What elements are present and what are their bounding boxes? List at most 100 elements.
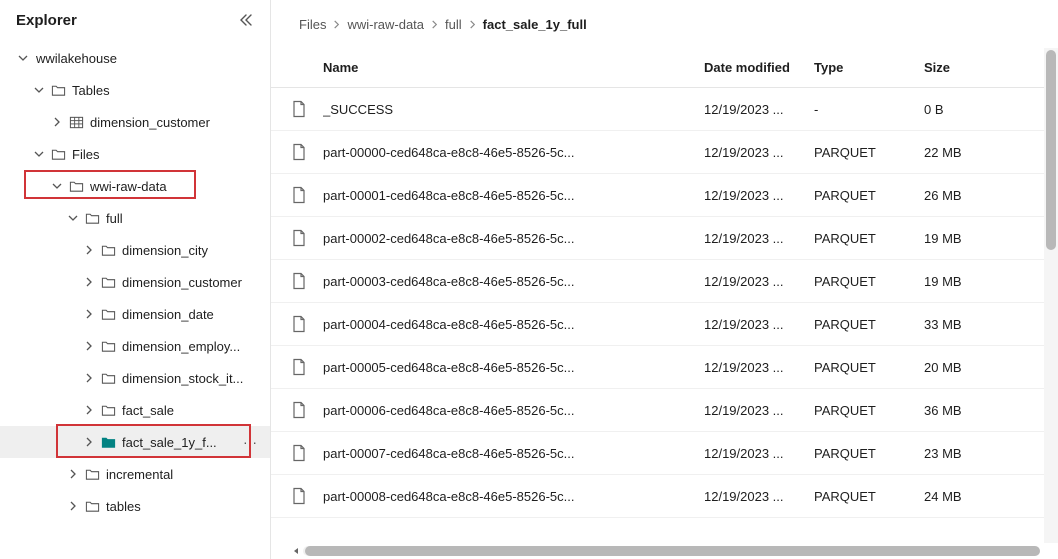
file-icon [291,143,309,161]
tree-node-full[interactable]: full [0,202,270,234]
file-type: PARQUET [814,231,924,246]
horizontal-scrollbar[interactable] [303,546,1040,556]
chevron-right-icon [82,435,96,449]
tree-label: Tables [72,83,270,98]
file-date: 12/19/2023 ... [704,489,814,504]
tree-label: full [106,211,270,226]
file-row[interactable]: part-00005-ced648ca-e8c8-46e5-8526-5c...… [271,346,1044,389]
collapse-sidebar-button[interactable] [236,10,256,30]
file-size: 19 MB [924,274,1024,289]
file-type: PARQUET [814,360,924,375]
file-date: 12/19/2023 ... [704,102,814,117]
column-type[interactable]: Type [814,60,924,75]
file-row[interactable]: part-00000-ced648ca-e8c8-46e5-8526-5c...… [271,131,1044,174]
file-row[interactable]: part-00003-ced648ca-e8c8-46e5-8526-5c...… [271,260,1044,303]
file-date: 12/19/2023 ... [704,231,814,246]
tree-node-folder[interactable]: dimension_date [0,298,270,330]
file-row[interactable]: part-00004-ced648ca-e8c8-46e5-8526-5c...… [271,303,1044,346]
file-date: 12/19/2023 ... [704,274,814,289]
tree-node-folder[interactable]: dimension_employ... [0,330,270,362]
column-date[interactable]: Date modified [704,60,814,75]
breadcrumb-current: fact_sale_1y_full [483,17,587,32]
file-date: 12/19/2023 ... [704,446,814,461]
file-size: 26 MB [924,188,1024,203]
file-date: 12/19/2023 ... [704,188,814,203]
file-name: part-00000-ced648ca-e8c8-46e5-8526-5c... [323,145,575,160]
file-icon [291,315,309,333]
file-name: part-00005-ced648ca-e8c8-46e5-8526-5c... [323,360,575,375]
chevron-right-icon [332,20,341,29]
file-type: PARQUET [814,403,924,418]
more-options-button[interactable]: ··· [240,434,260,450]
tree-label: dimension_date [122,307,270,322]
file-size: 22 MB [924,145,1024,160]
tree-label: fact_sale_1y_f... [122,435,240,450]
chevron-right-icon [82,275,96,289]
file-type: PARQUET [814,145,924,160]
chevron-right-icon [82,371,96,385]
tree-label: fact_sale [122,403,270,418]
tree-node-folder[interactable]: fact_sale [0,394,270,426]
tree-node-folder[interactable]: fact_sale_1y_f...··· [0,426,270,458]
breadcrumb: Files wwi-raw-data full fact_sale_1y_ful… [271,0,1058,48]
column-name[interactable]: Name [323,60,358,75]
caret-left-icon[interactable] [289,547,303,555]
tree-label: incremental [106,467,270,482]
file-date: 12/19/2023 ... [704,403,814,418]
scrollbar-thumb[interactable] [1046,50,1056,250]
tree-node-dimension-customer-table[interactable]: dimension_customer [0,106,270,138]
file-type: PARQUET [814,274,924,289]
file-name: part-00006-ced648ca-e8c8-46e5-8526-5c... [323,403,575,418]
tree-node-wwi-raw-data[interactable]: wwi-raw-data [0,170,270,202]
explorer-sidebar: Explorer wwilakehouse Tables dimension_c… [0,0,271,559]
file-date: 12/19/2023 ... [704,360,814,375]
file-row[interactable]: part-00007-ced648ca-e8c8-46e5-8526-5c...… [271,432,1044,475]
tree-node-folder[interactable]: incremental [0,458,270,490]
scrollbar-thumb[interactable] [305,546,1040,556]
file-row[interactable]: part-00001-ced648ca-e8c8-46e5-8526-5c...… [271,174,1044,217]
chevron-down-icon [32,83,46,97]
file-type: PARQUET [814,317,924,332]
folder-icon [50,82,66,98]
folder-icon [84,210,100,226]
chevron-down-icon [50,179,64,193]
tree-node-folder[interactable]: dimension_stock_it... [0,362,270,394]
file-icon [291,100,309,118]
file-name: part-00002-ced648ca-e8c8-46e5-8526-5c... [323,231,575,246]
breadcrumb-item[interactable]: Files [299,17,326,32]
breadcrumb-item[interactable]: wwi-raw-data [347,17,424,32]
tree-node-folder[interactable]: dimension_customer [0,266,270,298]
tree-node-folder[interactable]: tables [0,490,270,522]
chevron-right-icon [468,20,477,29]
file-date: 12/19/2023 ... [704,145,814,160]
tree-node-folder[interactable]: dimension_city [0,234,270,266]
file-row[interactable]: part-00008-ced648ca-e8c8-46e5-8526-5c...… [271,475,1044,518]
tree-label: Files [72,147,270,162]
tree-node-files[interactable]: Files [0,138,270,170]
table-icon [68,114,84,130]
tree-label: dimension_employ... [122,339,270,354]
breadcrumb-item[interactable]: full [445,17,462,32]
file-row[interactable]: part-00002-ced648ca-e8c8-46e5-8526-5c...… [271,217,1044,260]
file-icon [291,272,309,290]
folder-icon [50,146,66,162]
tree-node-tables[interactable]: Tables [0,74,270,106]
tree-label: dimension_city [122,243,270,258]
sidebar-header: Explorer [0,0,270,40]
file-row[interactable]: _SUCCESS12/19/2023 ...-0 B [271,88,1044,131]
file-name: _SUCCESS [323,102,393,117]
file-name: part-00007-ced648ca-e8c8-46e5-8526-5c... [323,446,575,461]
tree-label: wwi-raw-data [90,179,270,194]
file-type: PARQUET [814,188,924,203]
chevron-down-icon [16,51,30,65]
folder-icon [100,306,116,322]
file-name: part-00003-ced648ca-e8c8-46e5-8526-5c... [323,274,575,289]
chevron-right-icon [430,20,439,29]
column-size[interactable]: Size [924,60,1024,75]
tree-node-root[interactable]: wwilakehouse [0,42,270,74]
chevron-right-icon [66,467,80,481]
folder-icon [84,466,100,482]
file-size: 24 MB [924,489,1024,504]
vertical-scrollbar[interactable] [1044,48,1058,543]
file-row[interactable]: part-00006-ced648ca-e8c8-46e5-8526-5c...… [271,389,1044,432]
